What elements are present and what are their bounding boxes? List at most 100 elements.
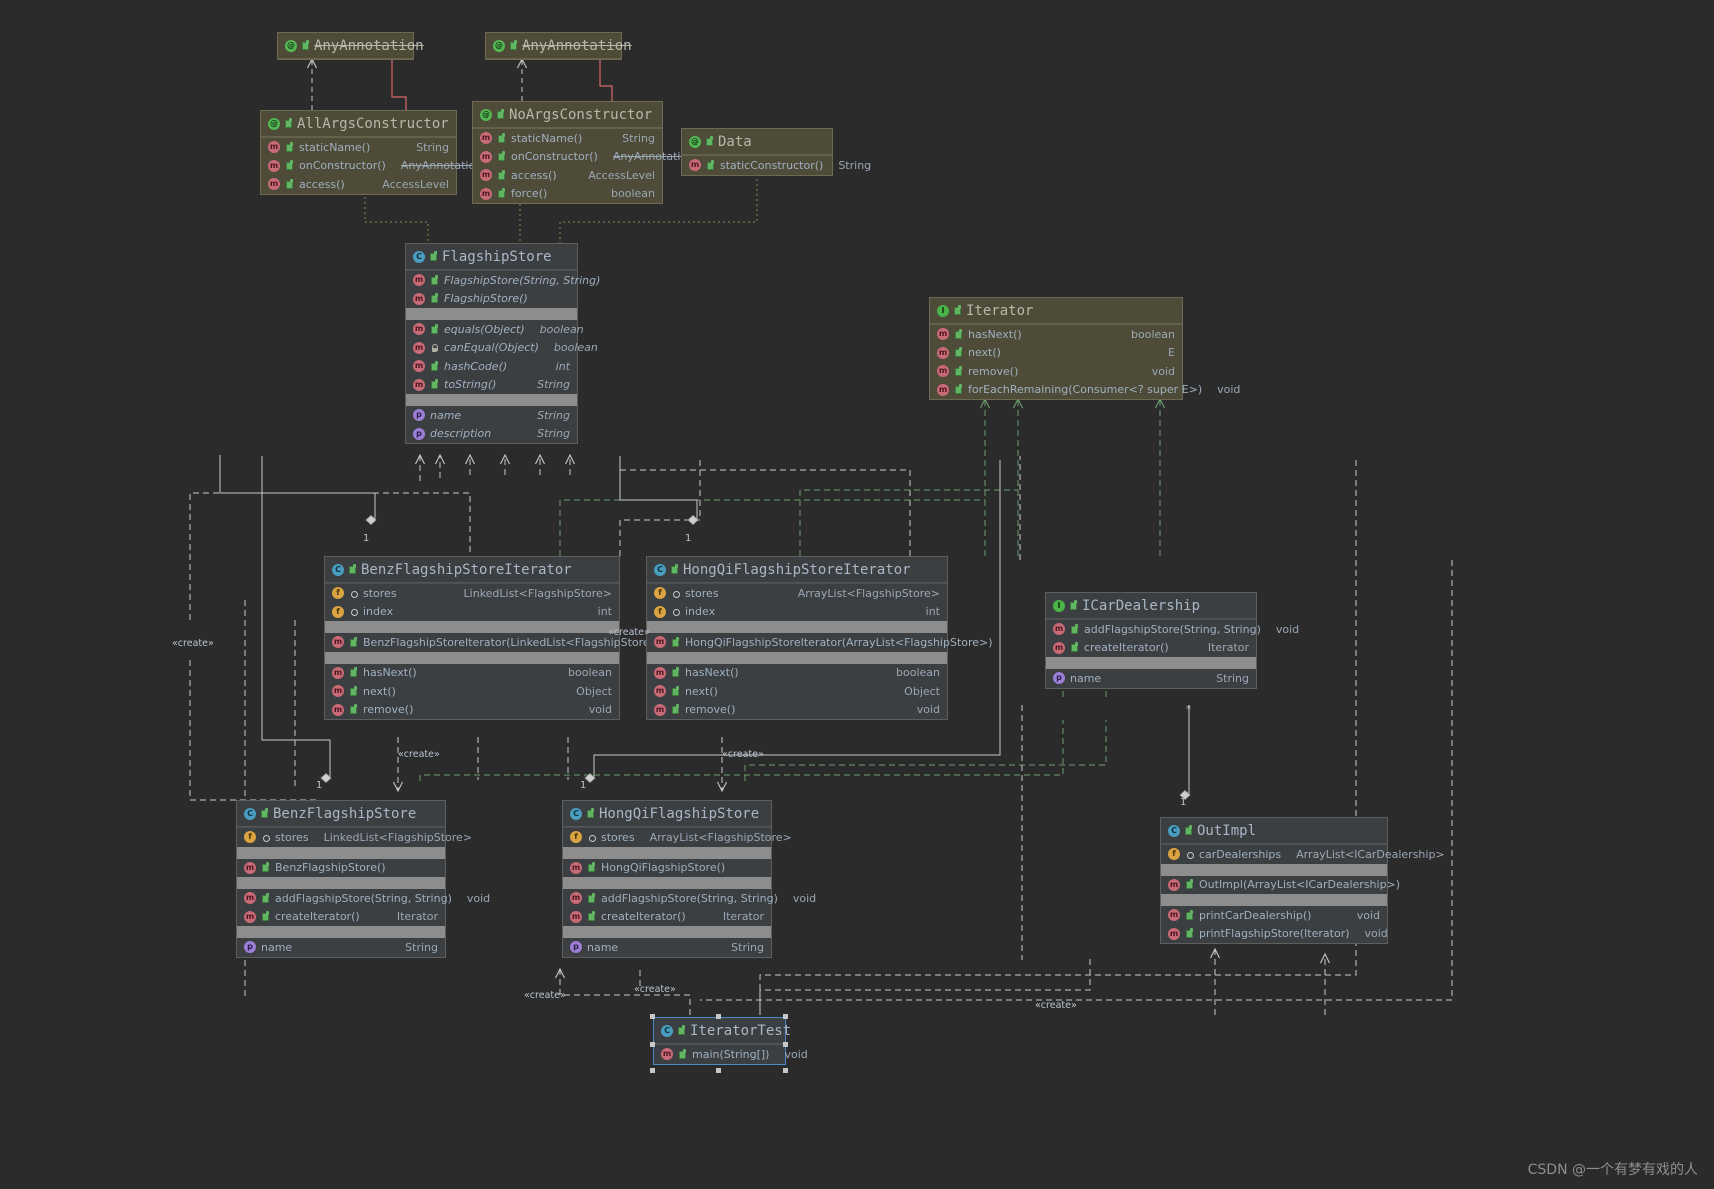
class-node-hongqi-flagship-store[interactable]: C HongQiFlagshipStore f stores ArrayList… [562,800,816,958]
member-row[interactable]: m equals(Object) boolean [406,320,584,339]
member-row[interactable]: m staticName() String [261,138,456,157]
method-icon: m [244,861,256,874]
properties-section: p name String [237,938,445,957]
class-node-all-args-constructor[interactable]: @ AllArgsConstructor m staticName() Stri… [260,110,491,195]
class-node-benz-flagship-store-iterator[interactable]: C BenzFlagshipStoreIterator f stores Lin… [324,556,663,720]
member-row[interactable]: m hashCode() int [406,357,577,376]
diagram-canvas[interactable]: @ AnyAnnotation @ AnyAnnotation @ AllArg… [0,0,1714,1189]
property-icon: p [570,941,582,954]
method-icon: m [244,892,256,905]
selection-handle[interactable] [650,1014,655,1019]
class-node-no-args-constructor[interactable]: @ NoArgsConstructor m staticName() Strin… [472,101,703,204]
visibility-public-icon [301,40,310,51]
member-row[interactable]: f carDealerships ArrayList<ICarDealershi… [1161,845,1445,864]
member-row[interactable]: m printFlagshipStore(Iterator) void [1161,925,1388,944]
member-row[interactable]: m canEqual(Object) boolean [406,339,598,358]
class-node-data[interactable]: @ Data m staticConstructor() String [681,128,871,176]
member-row[interactable]: m addFlagshipStore(String, String) void [1046,620,1299,639]
node-title: C BenzFlagshipStore [237,801,445,827]
member-row[interactable]: m printCarDealership() void [1161,906,1387,925]
member-row[interactable]: m addFlagshipStore(String, String) void [237,889,490,908]
member-row[interactable]: m onConstructor() AnyAnnotation[] [473,148,703,167]
class-node-benz-flagship-store[interactable]: C BenzFlagshipStore f stores LinkedList<… [236,800,490,958]
class-node-hongqi-flagship-store-iterator[interactable]: C HongQiFlagshipStoreIterator f stores A… [646,556,993,720]
member-row[interactable]: f stores ArrayList<FlagshipStore> [563,828,792,847]
member-row[interactable]: m BenzFlagshipStore() [237,859,445,878]
member-row[interactable]: m HongQiFlagshipStoreIterator(ArrayList<… [647,633,993,652]
class-node-out-impl[interactable]: C OutImpl f carDealerships ArrayList<ICa… [1160,817,1445,944]
member-row[interactable]: m onConstructor() AnyAnnotation[] [261,157,491,176]
multiplicity-label: 1 [580,780,587,791]
selection-handle[interactable] [650,1068,655,1073]
member-row[interactable]: f stores LinkedList<FlagshipStore> [237,828,472,847]
selection-handle[interactable] [783,1014,788,1019]
fields-section: f stores LinkedList<FlagshipStore> [237,827,472,847]
member-row[interactable]: m createIterator() Iterator [1046,639,1256,658]
methods-section: m addFlagshipStore(String, String) void … [237,889,490,927]
selection-handle[interactable] [650,1042,655,1047]
member-row[interactable]: p name String [563,938,771,957]
member-row[interactable]: p name String [237,938,445,957]
methods-section: m main(String[]) void [654,1044,808,1064]
member-row[interactable]: m main(String[]) void [654,1045,808,1064]
member-row[interactable]: m force() boolean [473,185,662,204]
member-row[interactable]: m addFlagshipStore(String, String) void [563,889,816,908]
member-row[interactable]: m createIterator() Iterator [237,908,445,927]
method-icon: m [480,150,492,163]
member-row[interactable]: m remove() void [930,362,1182,381]
member-row[interactable]: m hasNext() boolean [647,664,947,683]
selection-handle[interactable] [716,1014,721,1019]
member-row[interactable]: m access() AccessLevel [261,175,456,194]
visibility-public-icon [497,132,506,144]
selection-handle[interactable] [716,1068,721,1073]
member-row[interactable]: m hasNext() boolean [325,664,619,683]
visibility-public-icon [349,667,358,678]
member-row[interactable]: f stores ArrayList<FlagshipStore> [647,584,947,603]
member-row[interactable]: m forEachRemaining(Consumer<? super E>) … [930,381,1240,400]
member-row[interactable]: f index int [325,603,619,622]
method-icon: m [413,341,425,354]
member-row[interactable]: m toString() String [406,376,577,395]
class-icon: C [570,807,582,820]
member-row[interactable]: f stores LinkedList<FlagshipStore> [325,584,619,603]
member-row[interactable]: m access() AccessLevel [473,166,662,185]
visibility-public-icon [285,160,294,171]
member-row[interactable]: f index int [647,603,947,622]
class-node-iterator[interactable]: I Iterator m hasNext() boolean m next() … [929,297,1240,400]
method-icon: m [937,328,949,341]
members-section: m staticName() String m onConstructor() … [261,137,491,194]
method-icon: m [480,169,492,182]
class-node-iterator-test[interactable]: C IteratorTest m main(String[]) void [653,1017,808,1065]
member-row[interactable]: m FlagshipStore() [406,290,577,309]
class-node-any-annotation-left[interactable]: @ AnyAnnotation [277,32,424,60]
class-node-any-annotation-right[interactable]: @ AnyAnnotation [485,32,632,60]
visibility-public-icon [954,328,963,340]
visibility-package-icon [1185,849,1194,860]
member-row[interactable]: m OutImpl(ArrayList<ICarDealership>) [1161,876,1400,895]
section-separator-band [647,621,947,633]
member-row[interactable]: m next() E [930,344,1182,363]
member-row[interactable]: m BenzFlagshipStoreIterator(LinkedList<F… [325,633,663,652]
class-node-icar-dealership[interactable]: I ICarDealership m addFlagshipStore(Stri… [1045,592,1299,689]
method-icon: m [268,159,280,172]
class-node-flagship-store[interactable]: C FlagshipStore m FlagshipStore(String, … [405,243,600,444]
member-row[interactable]: m HongQiFlagshipStore() [563,859,771,878]
annotation-icon: @ [285,39,297,52]
member-row[interactable]: m next() Object [647,682,947,701]
member-row[interactable]: m FlagshipStore(String, String) [406,271,600,290]
member-row[interactable]: m next() Object [325,682,619,701]
member-row[interactable]: m staticConstructor() String [682,156,871,175]
member-row[interactable]: m hasNext() boolean [930,325,1182,344]
member-row[interactable]: m createIterator() Iterator [563,908,771,927]
edge-label: «create» [1035,1000,1077,1011]
member-row[interactable]: p description String [406,425,577,444]
member-row[interactable]: p name String [406,406,577,425]
member-row[interactable]: m staticName() String [473,129,662,148]
property-icon: p [413,427,425,440]
member-row[interactable]: m remove() void [325,701,619,720]
member-row[interactable]: m remove() void [647,701,947,720]
selection-handle[interactable] [783,1068,788,1073]
selection-handle[interactable] [783,1042,788,1047]
member-row[interactable]: p name String [1046,669,1256,688]
visibility-public-icon [671,636,680,648]
